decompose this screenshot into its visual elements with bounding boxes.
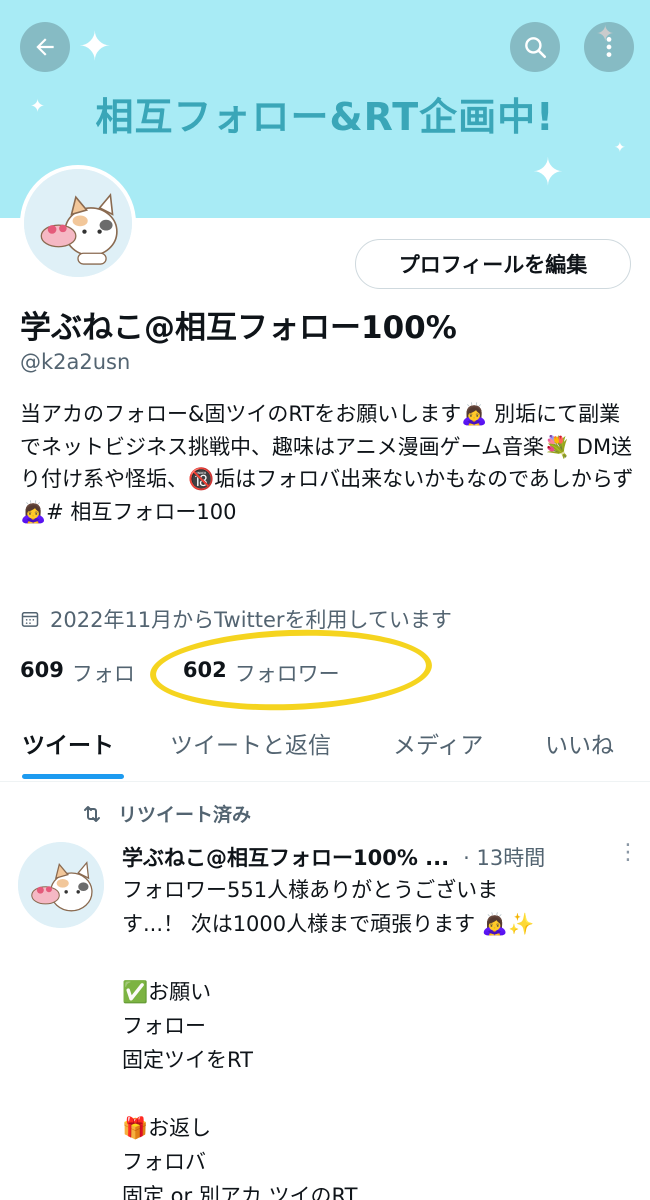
profile-tabs: ツイート ツイートと返信 メディア いいね <box>0 712 650 782</box>
bio: 当アカのフォロー&固ツイのRTをお願いします🙇‍♀️ 別垢にて副業でネットビジネ… <box>20 402 634 524</box>
sparkle-icon: ✦ <box>532 150 564 194</box>
search-icon <box>525 37 547 59</box>
tweet-timestamp[interactable]: · 13時間 <box>463 842 545 872</box>
tweet-avatar[interactable] <box>18 842 104 928</box>
tab-likes[interactable]: いいね <box>545 726 614 760</box>
following-link[interactable]: 609 フォロ <box>20 658 135 688</box>
tweet-author[interactable]: 学ぶねこ@相互フォロー100% ... <box>122 842 449 872</box>
more-button[interactable] <box>584 22 634 72</box>
tab-tweets-and-replies[interactable]: ツイートと返信 <box>170 726 331 760</box>
more-vertical-icon <box>606 37 612 57</box>
profile-avatar[interactable] <box>20 165 136 281</box>
search-button[interactable] <box>510 22 560 72</box>
joined-text: 2022年11月からTwitterを利用しています <box>50 608 452 632</box>
retweet-label: リツイート済み <box>118 804 252 826</box>
tab-media[interactable]: メディア <box>393 726 483 760</box>
display-name: 学ぶねこ@相互フォロー100% <box>20 310 457 346</box>
cat-avatar-icon <box>18 842 104 928</box>
handle: @k2a2usn <box>20 350 131 374</box>
sparkle-icon: ✦ <box>78 24 112 70</box>
tweet-more-icon[interactable]: ⋮ <box>617 840 639 865</box>
back-button[interactable] <box>20 22 70 72</box>
edit-profile-button[interactable]: プロフィールを編集 <box>355 239 631 289</box>
retweet-icon <box>84 805 100 822</box>
cat-avatar-icon <box>24 169 132 277</box>
back-arrow-icon <box>36 38 54 56</box>
following-label: フォロ <box>71 662 135 686</box>
calendar-icon <box>21 612 39 627</box>
sparkle-icon: ✦ <box>614 140 626 156</box>
banner-title: 相互フォロー&RT企画中! <box>95 95 555 139</box>
retweet-indicator: リツイート済み <box>80 800 251 827</box>
joined-date: 2022年11月からTwitterを利用しています <box>20 604 452 634</box>
tweet-header: 学ぶねこ@相互フォロー100% ... · 13時間 ⋮ <box>122 840 639 872</box>
tweet-text: フォロワー551人様ありがとうございま す...！ 次は1000人様まで頑張りま… <box>122 878 535 1200</box>
following-count: 609 <box>20 658 64 682</box>
followers-highlight-circle <box>148 625 434 715</box>
tab-tweets[interactable]: ツイート <box>22 726 114 760</box>
active-tab-indicator <box>22 774 124 779</box>
